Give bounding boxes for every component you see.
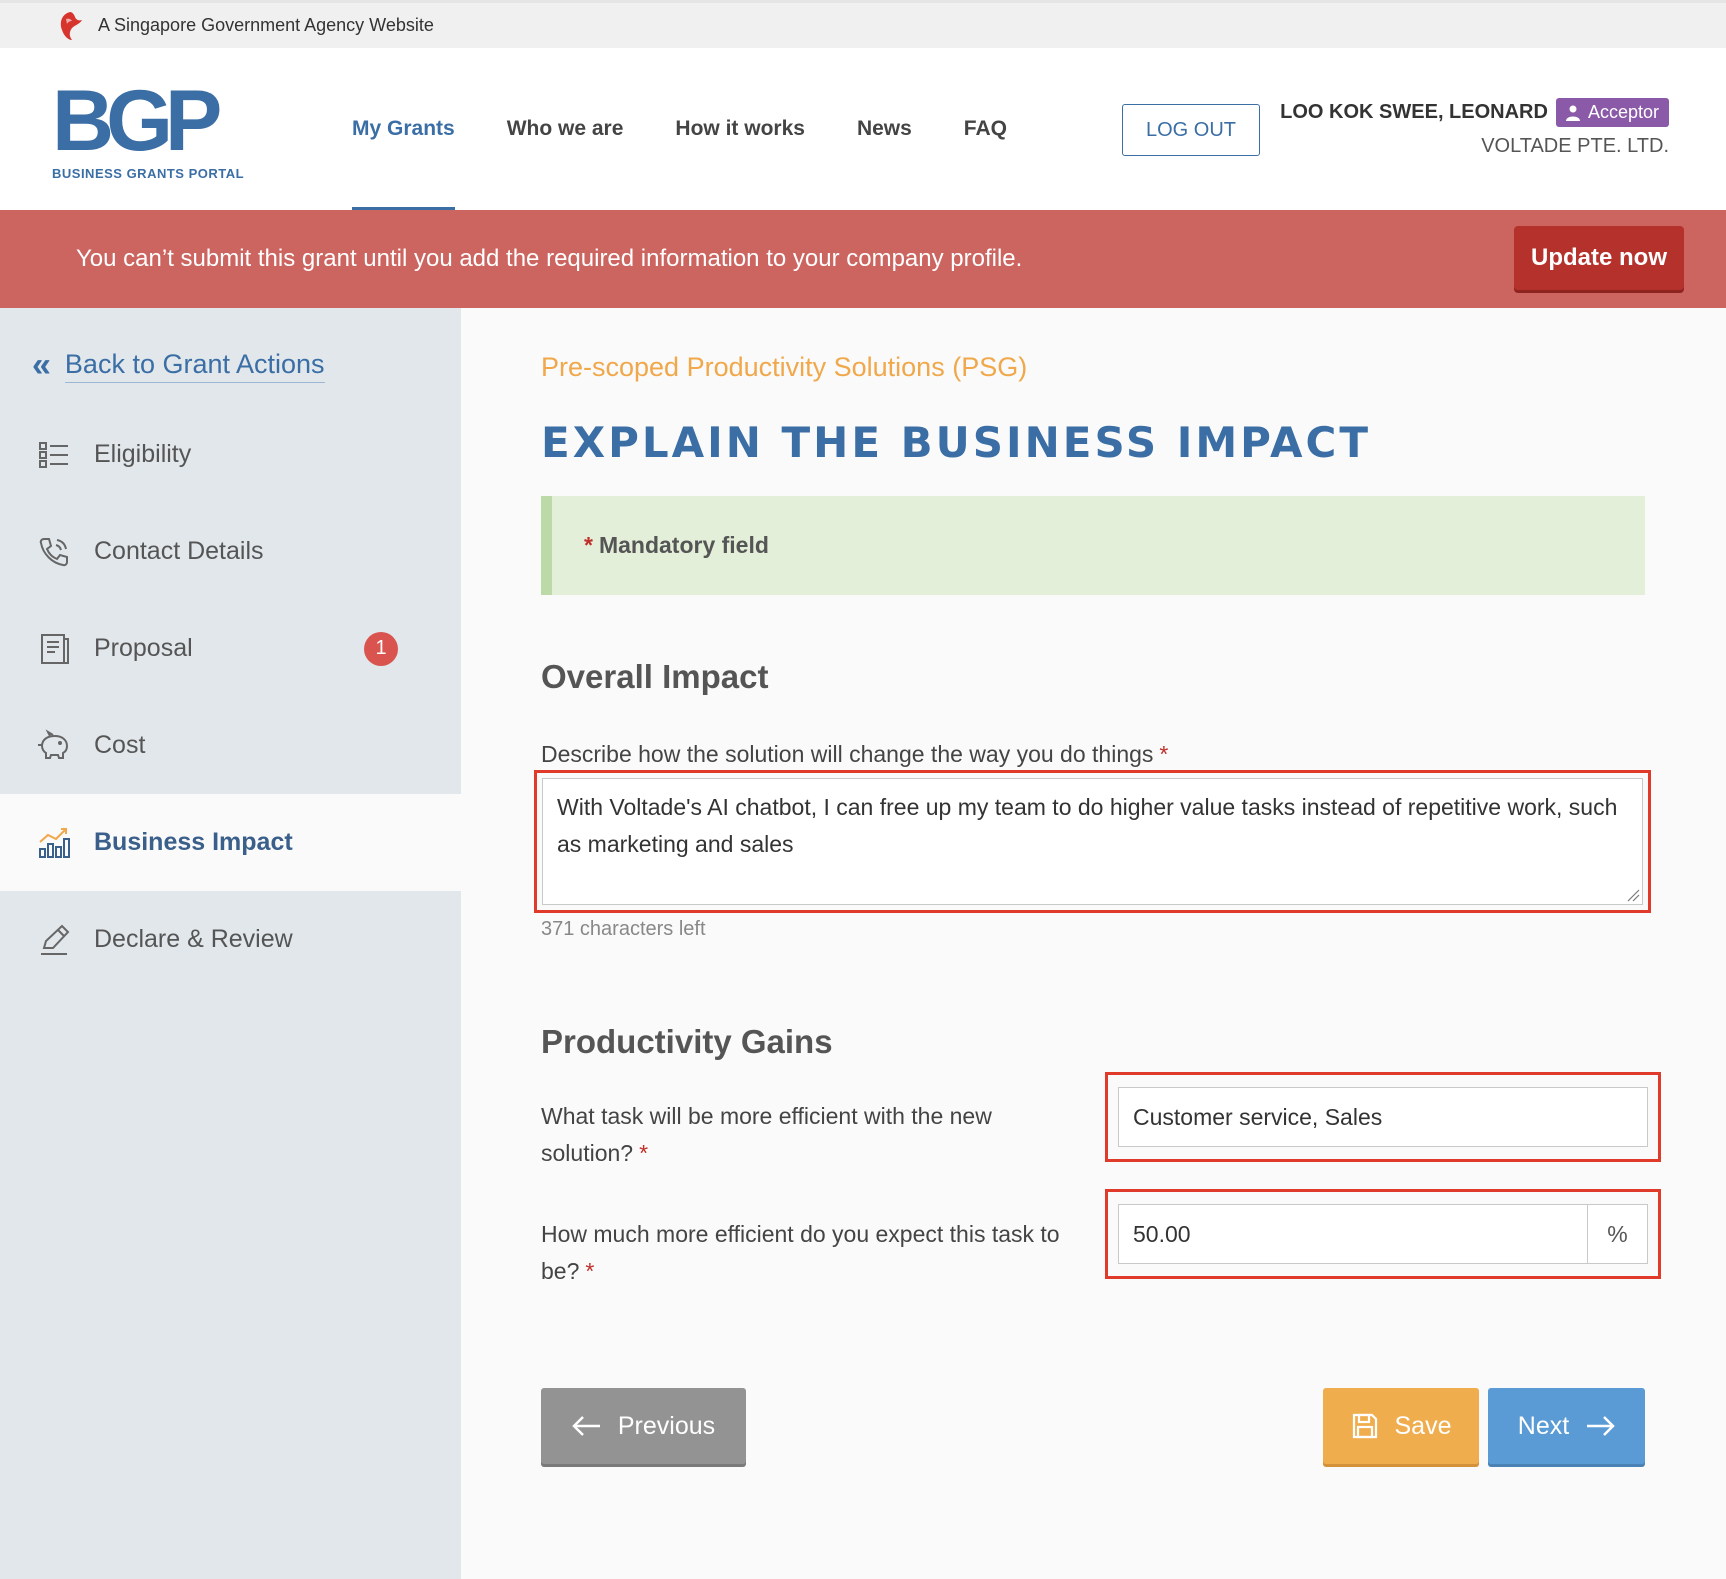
task-question-text: What task will be more efficient with th…: [541, 1103, 992, 1166]
sidebar-item-label: Proposal: [94, 634, 193, 662]
sidebar-item-label: Contact Details: [94, 537, 264, 565]
bgp-logo[interactable]: BGP BUSINESS GRANTS PORTAL: [52, 78, 262, 181]
previous-label: Previous: [617, 1411, 716, 1440]
company-name: VOLTADE PTE. LTD.: [1481, 135, 1669, 157]
task-input[interactable]: Customer service, Sales: [1118, 1087, 1648, 1147]
required-asterisk: *: [585, 1258, 595, 1284]
sidebar-item-label: Cost: [94, 731, 146, 759]
main-nav: My Grants Who we are How it works News F…: [352, 48, 1059, 210]
next-button[interactable]: Next: [1488, 1388, 1645, 1464]
sidebar-item-declare-review[interactable]: Declare & Review: [0, 891, 461, 988]
proposal-count-badge: 1: [364, 631, 398, 666]
double-chevron-left-icon: «: [32, 346, 51, 384]
resize-grip-icon[interactable]: [1626, 888, 1640, 902]
previous-button[interactable]: Previous: [541, 1388, 746, 1464]
overall-impact-highlight: With Voltade's AI chatbot, I can free up…: [534, 770, 1651, 913]
bar-chart-icon: [39, 827, 70, 858]
back-label: Back to Grant Actions: [64, 349, 325, 383]
update-now-button[interactable]: Update now: [1514, 226, 1684, 290]
grant-sidebar: « Back to Grant Actions Eligibility Cont…: [0, 308, 461, 1579]
character-counter: 371 characters left: [541, 918, 706, 940]
save-label: Save: [1394, 1411, 1452, 1440]
sidebar-item-label: Business Impact: [94, 828, 293, 856]
efficiency-question-text: How much more efficient do you expect th…: [541, 1221, 1060, 1284]
efficiency-highlight: 50.00 %: [1105, 1189, 1661, 1279]
page-title: EXPLAIN THE BUSINESS IMPACT: [541, 418, 1372, 467]
nav-faq[interactable]: FAQ: [964, 48, 1007, 210]
sidebar-item-proposal[interactable]: Proposal 1: [0, 600, 461, 697]
mandatory-note: * Mandatory field: [541, 496, 1645, 595]
user-name: LOO KOK SWEE, LEONARD: [1280, 101, 1548, 123]
productivity-gains-heading: Productivity Gains: [541, 1023, 833, 1060]
save-button[interactable]: Save: [1323, 1388, 1479, 1464]
overall-impact-question: Describe how the solution will change th…: [541, 736, 1168, 773]
nav-how-it-works[interactable]: How it works: [675, 48, 805, 210]
nav-who-we-are[interactable]: Who we are: [507, 48, 624, 210]
grant-type-label: Pre-scoped Productivity Solutions (PSG): [541, 352, 1028, 382]
sidebar-item-business-impact[interactable]: Business Impact: [0, 794, 461, 891]
required-asterisk: *: [1159, 741, 1169, 767]
overall-impact-question-text: Describe how the solution will change th…: [541, 741, 1154, 767]
arrow-right-icon: [1587, 1416, 1615, 1436]
user-info: LOO KOK SWEE, LEONARD Acceptor VOLTADE P…: [1280, 98, 1669, 158]
profile-alert: You can’t submit this grant until you ad…: [0, 210, 1726, 308]
role-label: Acceptor: [1587, 102, 1659, 122]
sidebar-item-label: Eligibility: [94, 440, 192, 468]
phone-icon: [39, 537, 68, 566]
gov-masthead: A Singapore Government Agency Website: [0, 0, 1726, 48]
alert-message: You can’t submit this grant until you ad…: [76, 245, 1023, 272]
mandatory-note-text: Mandatory field: [598, 532, 769, 558]
efficiency-value: 50.00: [1133, 1220, 1191, 1247]
overall-impact-heading: Overall Impact: [541, 658, 769, 695]
logo-wordmark: BGP: [52, 73, 222, 169]
nav-my-grants[interactable]: My Grants: [352, 48, 455, 210]
role-badge: Acceptor: [1555, 98, 1669, 127]
logout-button[interactable]: LOG OUT: [1122, 104, 1260, 156]
pen-icon: [41, 924, 70, 955]
list-icon: [39, 441, 68, 468]
masthead-text: A Singapore Government Agency Website: [98, 15, 434, 35]
person-icon: [1565, 105, 1580, 121]
lion-head-icon: [60, 11, 82, 40]
sidebar-item-eligibility[interactable]: Eligibility: [0, 406, 461, 503]
nav-news[interactable]: News: [857, 48, 912, 210]
logo-subtitle: BUSINESS GRANTS PORTAL: [52, 166, 245, 181]
percent-addon: %: [1587, 1205, 1647, 1263]
sidebar-item-label: Declare & Review: [94, 925, 293, 953]
task-highlight: Customer service, Sales: [1105, 1072, 1661, 1162]
task-question: What task will be more efficient with th…: [541, 1098, 1061, 1172]
efficiency-input[interactable]: 50.00 %: [1118, 1204, 1648, 1264]
document-icon: [41, 633, 69, 664]
required-asterisk: *: [584, 532, 593, 558]
site-header: BGP BUSINESS GRANTS PORTAL My Grants Who…: [0, 48, 1726, 210]
overall-impact-textarea[interactable]: With Voltade's AI chatbot, I can free up…: [542, 778, 1643, 905]
required-asterisk: *: [639, 1140, 649, 1166]
efficiency-question: How much more efficient do you expect th…: [541, 1216, 1061, 1290]
sidebar-item-contact-details[interactable]: Contact Details: [0, 503, 461, 600]
next-label: Next: [1517, 1411, 1570, 1440]
floppy-disk-icon: [1352, 1413, 1377, 1439]
back-to-grant-actions-link[interactable]: « Back to Grant Actions: [32, 346, 325, 385]
piggy-bank-icon: [38, 728, 69, 759]
sidebar-item-cost[interactable]: Cost: [0, 697, 461, 794]
arrow-left-icon: [572, 1416, 600, 1436]
